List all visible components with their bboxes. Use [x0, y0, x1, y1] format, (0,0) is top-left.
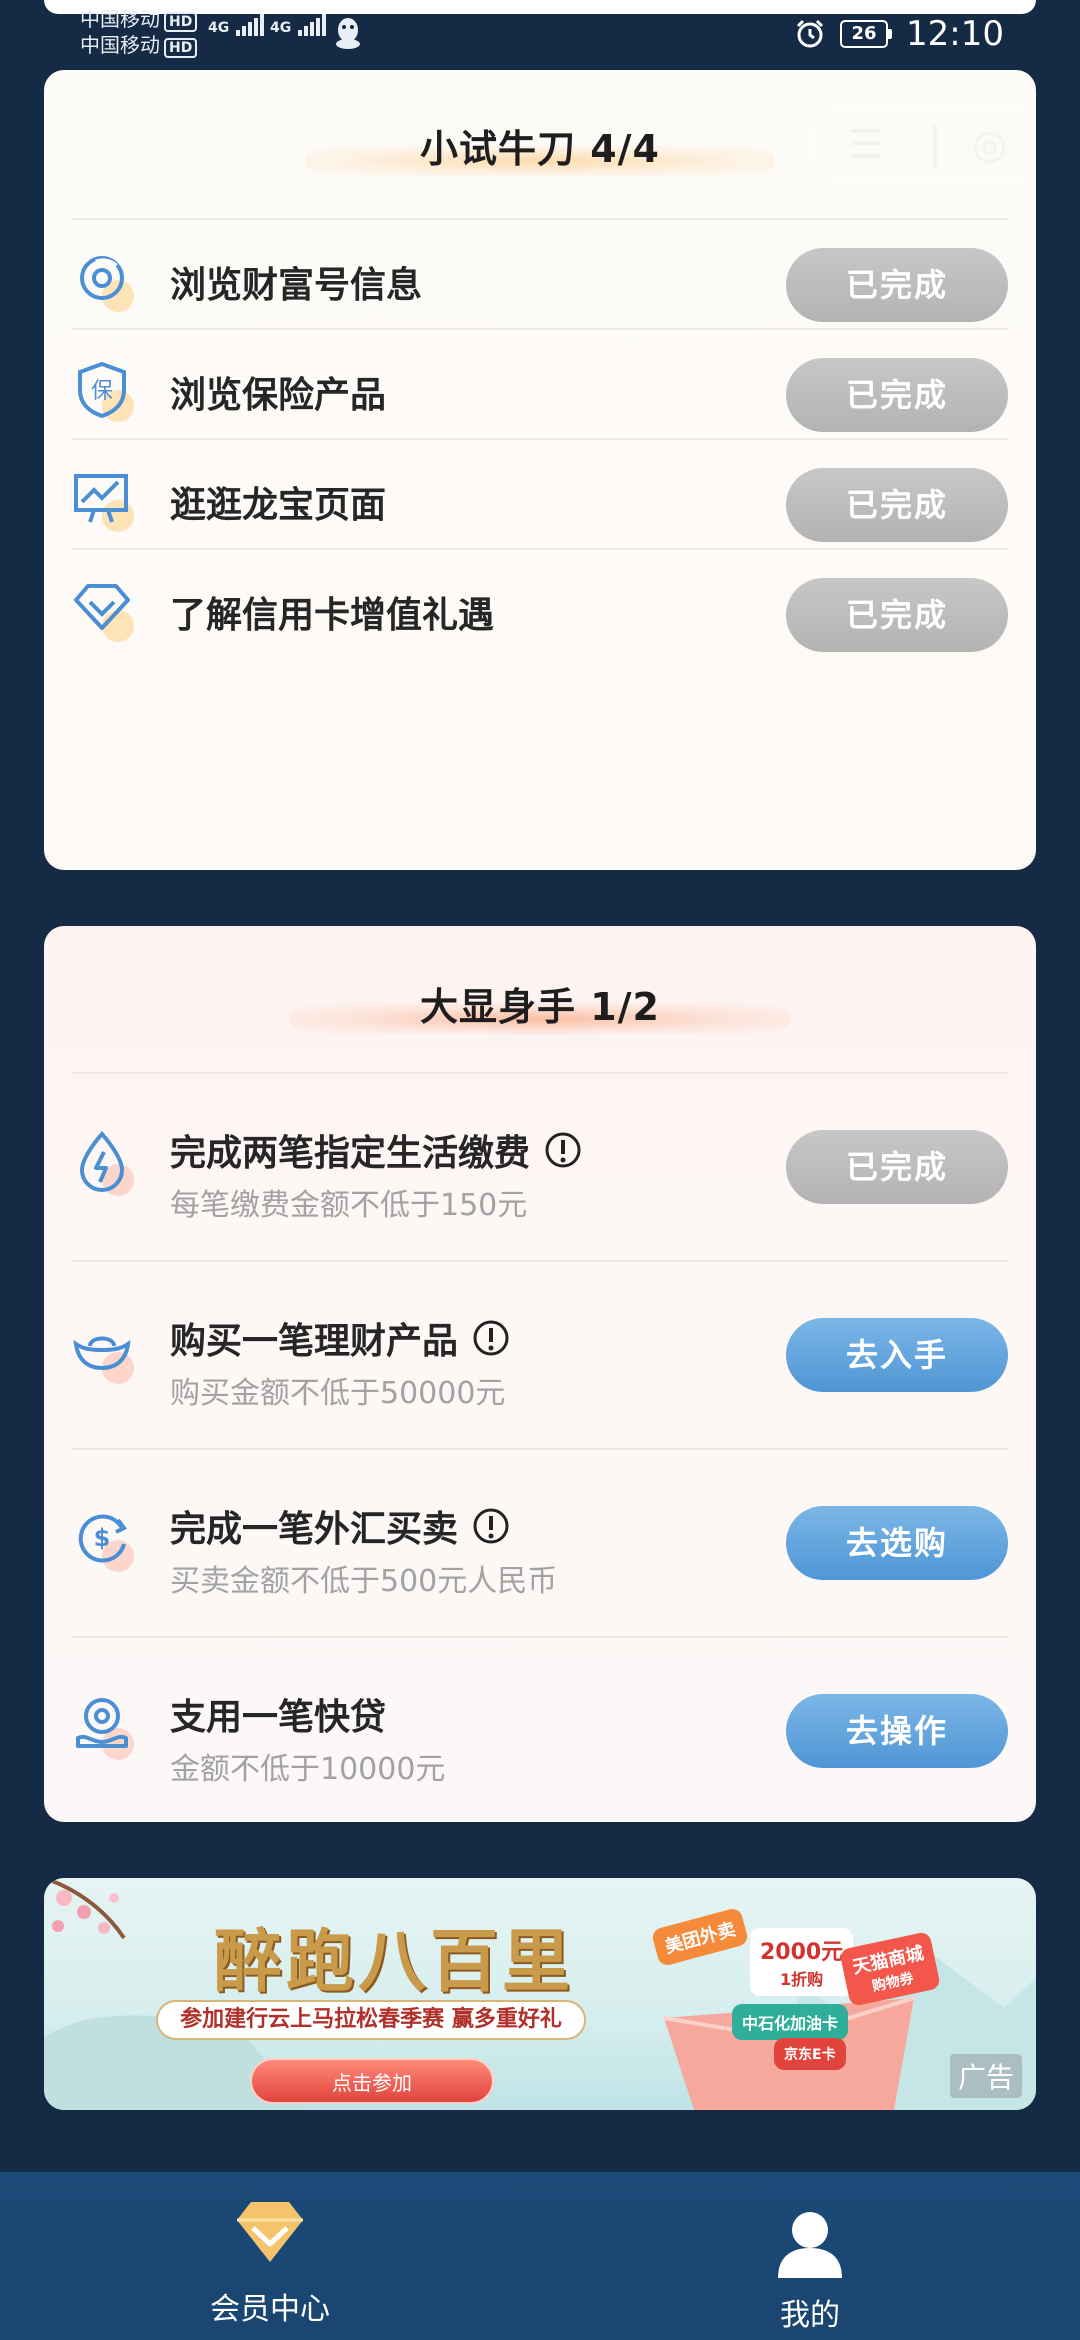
- nav-label: 会员中心: [210, 2292, 330, 2327]
- carrier-1: 中国移动: [80, 7, 160, 31]
- task-row: 支用一笔快贷 金额不低于10000元 去操作: [72, 1636, 1008, 1822]
- join-button[interactable]: 点击参加: [250, 2058, 494, 2104]
- prize-tag-discount: 2000元 1折购: [750, 1928, 854, 1996]
- completed-button[interactable]: 已完成: [786, 578, 1008, 652]
- status-bar: 中国移动 HD 中国移动 HD 4G 4G 26 12:10: [0, 0, 1080, 66]
- prize-tag-sinopec: 中石化加油卡: [732, 2004, 849, 2040]
- info-icon[interactable]: [472, 1507, 510, 1545]
- task-label: 浏览财富号信息: [170, 265, 423, 306]
- task-row: 购买一笔理财产品 购买金额不低于50000元 去入手: [72, 1260, 1008, 1448]
- task-requirement: 买卖金额不低于500元人民币: [170, 1564, 558, 1599]
- task-label: 支用一笔快贷: [170, 1697, 387, 1738]
- task-label: 逛逛龙宝页面: [170, 485, 387, 526]
- bottom-nav: 会员中心 我的: [0, 2172, 1080, 2340]
- carrier-info: 中国移动 HD 中国移动 HD: [80, 6, 198, 58]
- task-row: $ 完成一笔外汇买卖 买卖金额不低于500元人民币 去选购: [72, 1448, 1008, 1636]
- completed-button[interactable]: 已完成: [786, 358, 1008, 432]
- task-row: 逛逛龙宝页面 已完成: [72, 438, 1008, 548]
- loan-icon: [72, 1694, 142, 1764]
- battery-icon: 26: [840, 20, 893, 48]
- hd-badge-1: HD: [164, 12, 198, 32]
- task-requirement: 金额不低于10000元: [170, 1752, 446, 1787]
- clock: 12:10: [906, 14, 1004, 54]
- network-type-1: 4G: [208, 20, 230, 36]
- task-row: 了解信用卡增值礼遇 已完成: [72, 548, 1008, 658]
- network-type-2: 4G: [270, 20, 292, 36]
- completed-button[interactable]: 已完成: [786, 248, 1008, 322]
- alarm-icon: [796, 19, 824, 48]
- task-label: 浏览保险产品: [170, 375, 387, 416]
- carrier-2: 中国移动: [80, 33, 160, 57]
- gold-ingot-icon: [72, 1318, 142, 1388]
- wealth-icon: [72, 248, 142, 318]
- task-label-row: 完成一笔外汇买卖: [170, 1500, 510, 1552]
- task-row: 完成两笔指定生活缴费 每笔缴费金额不低于150元 已完成: [72, 1072, 1008, 1260]
- diamond-icon: [72, 578, 142, 648]
- promo-banner[interactable]: 醉跑八百里 参加建行云上马拉松春季赛 赢多重好礼 点击参加 美团外卖 2000元…: [44, 1878, 1036, 2110]
- prize-tag-jd: 京东E卡: [774, 2038, 846, 2070]
- task-card-beginner: 小试牛刀 4/4 ☰ | ◎ 浏览财富号信息 已完成 保 浏览保险产品 已完成 逛逛…: [44, 70, 1036, 870]
- task-row: 浏览财富号信息 已完成: [72, 218, 1008, 328]
- hd-badge-2: HD: [164, 38, 198, 58]
- nav-label: 我的: [780, 2298, 840, 2333]
- svg-text:保: 保: [91, 379, 113, 404]
- task-label: 完成一笔外汇买卖: [170, 1509, 459, 1550]
- info-icon[interactable]: [472, 1319, 510, 1357]
- user-icon: [778, 2212, 842, 2278]
- ad-label: 广告: [949, 2054, 1022, 2098]
- diamond-gem-icon: [237, 2202, 303, 2262]
- completed-button[interactable]: 已完成: [786, 468, 1008, 542]
- buy-now-button[interactable]: 去入手: [786, 1318, 1008, 1392]
- prize-amount: 2000元: [760, 1940, 844, 1965]
- task-row: 保 浏览保险产品 已完成: [72, 328, 1008, 438]
- task-requirement: 购买金额不低于50000元: [170, 1376, 506, 1411]
- go-select-button[interactable]: 去选购: [786, 1506, 1008, 1580]
- task-label-row: 购买一笔理财产品: [170, 1312, 510, 1364]
- task-label-row: 完成两笔指定生活缴费: [170, 1124, 582, 1176]
- status-right: 26 12:10: [794, 14, 1004, 54]
- nav-mine[interactable]: 我的: [660, 2172, 960, 2340]
- signal-1-icon: 4G: [208, 14, 266, 36]
- info-icon[interactable]: [544, 1131, 582, 1169]
- mini-program-capsule[interactable]: ☰ | ◎: [810, 106, 1036, 182]
- task-card-advanced: 大显身手 1/2 完成两笔指定生活缴费 每笔缴费金额不低于150元 已完成 购买…: [44, 926, 1036, 1822]
- banner-title: 醉跑八百里: [214, 1922, 575, 2002]
- battery-level: 26: [840, 20, 889, 48]
- task-label: 完成两笔指定生活缴费: [170, 1133, 531, 1174]
- banner-subtitle: 参加建行云上马拉松春季赛 赢多重好礼: [156, 2000, 586, 2040]
- currency-exchange-icon: $: [72, 1506, 142, 1576]
- utility-bolt-icon: [72, 1130, 142, 1200]
- svg-text:$: $: [94, 1524, 111, 1552]
- prize-gift-box: 美团外卖 2000元 1折购 中石化加油卡 天猫商城 购物券 京东E卡: [624, 1888, 954, 2110]
- go-operate-button[interactable]: 去操作: [786, 1694, 1008, 1768]
- chart-screen-icon: [72, 468, 142, 538]
- nav-member-center[interactable]: 会员中心: [120, 2172, 420, 2340]
- section-title: 大显身手 1/2: [420, 985, 660, 1029]
- task-label: 了解信用卡增值礼遇: [170, 595, 495, 636]
- completed-button[interactable]: 已完成: [786, 1130, 1008, 1204]
- insurance-shield-icon: 保: [72, 358, 142, 428]
- qq-icon: [336, 18, 360, 49]
- signal-2-icon: 4G: [270, 14, 328, 36]
- task-label: 购买一笔理财产品: [170, 1321, 459, 1362]
- task-requirement: 每笔缴费金额不低于150元: [170, 1188, 528, 1223]
- prize-discount: 1折购: [780, 1970, 824, 1989]
